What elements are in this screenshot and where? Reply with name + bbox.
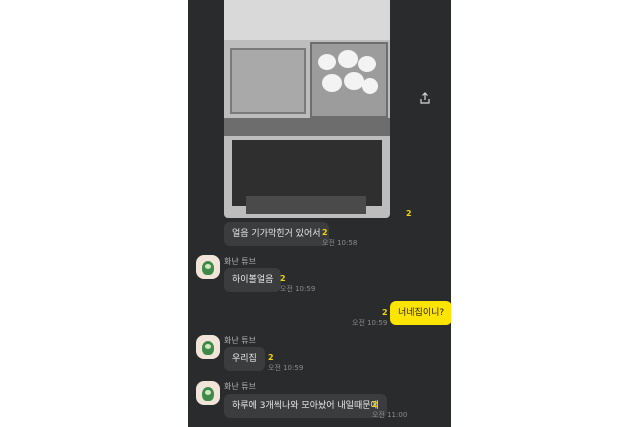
avatar[interactable] [196,255,220,279]
message-time: 오전 10:59 [268,364,304,372]
unread-count: 2 [406,209,412,218]
avatar[interactable] [196,381,220,405]
message-bubble[interactable]: 얼음 기가막힌거 있어서 [224,222,329,246]
unread-count: 2 [372,400,378,409]
photo-message[interactable] [224,0,390,218]
share-icon[interactable] [416,89,434,107]
sender-name: 화난 튜브 [224,382,256,391]
message-bubble[interactable]: 하루에 3개씩나와 모아놨어 내일때문에 [224,394,387,418]
sender-name: 화난 튜브 [224,257,256,266]
unread-count: 2 [322,228,328,237]
avatar[interactable] [196,335,220,359]
message-time: 오전 10:59 [352,319,388,327]
unread-count: 2 [268,353,274,362]
message-time: 오전 11:00 [372,411,408,419]
sender-name: 화난 튜브 [224,336,256,345]
message-time: 오전 10:58 [322,239,358,247]
chat-area[interactable]: 2 얼음 기가막힌거 있어서 2 오전 10:58 화난 튜브 하이볼얼음 2 … [188,0,451,427]
unread-count: 2 [280,274,286,283]
message-bubble[interactable]: 우리집 [224,347,265,371]
message-time: 오전 10:59 [280,285,316,293]
my-message-bubble[interactable]: 너네집이니? [390,301,451,325]
unread-count: 2 [382,308,388,317]
message-bubble[interactable]: 하이볼얼음 [224,268,282,292]
